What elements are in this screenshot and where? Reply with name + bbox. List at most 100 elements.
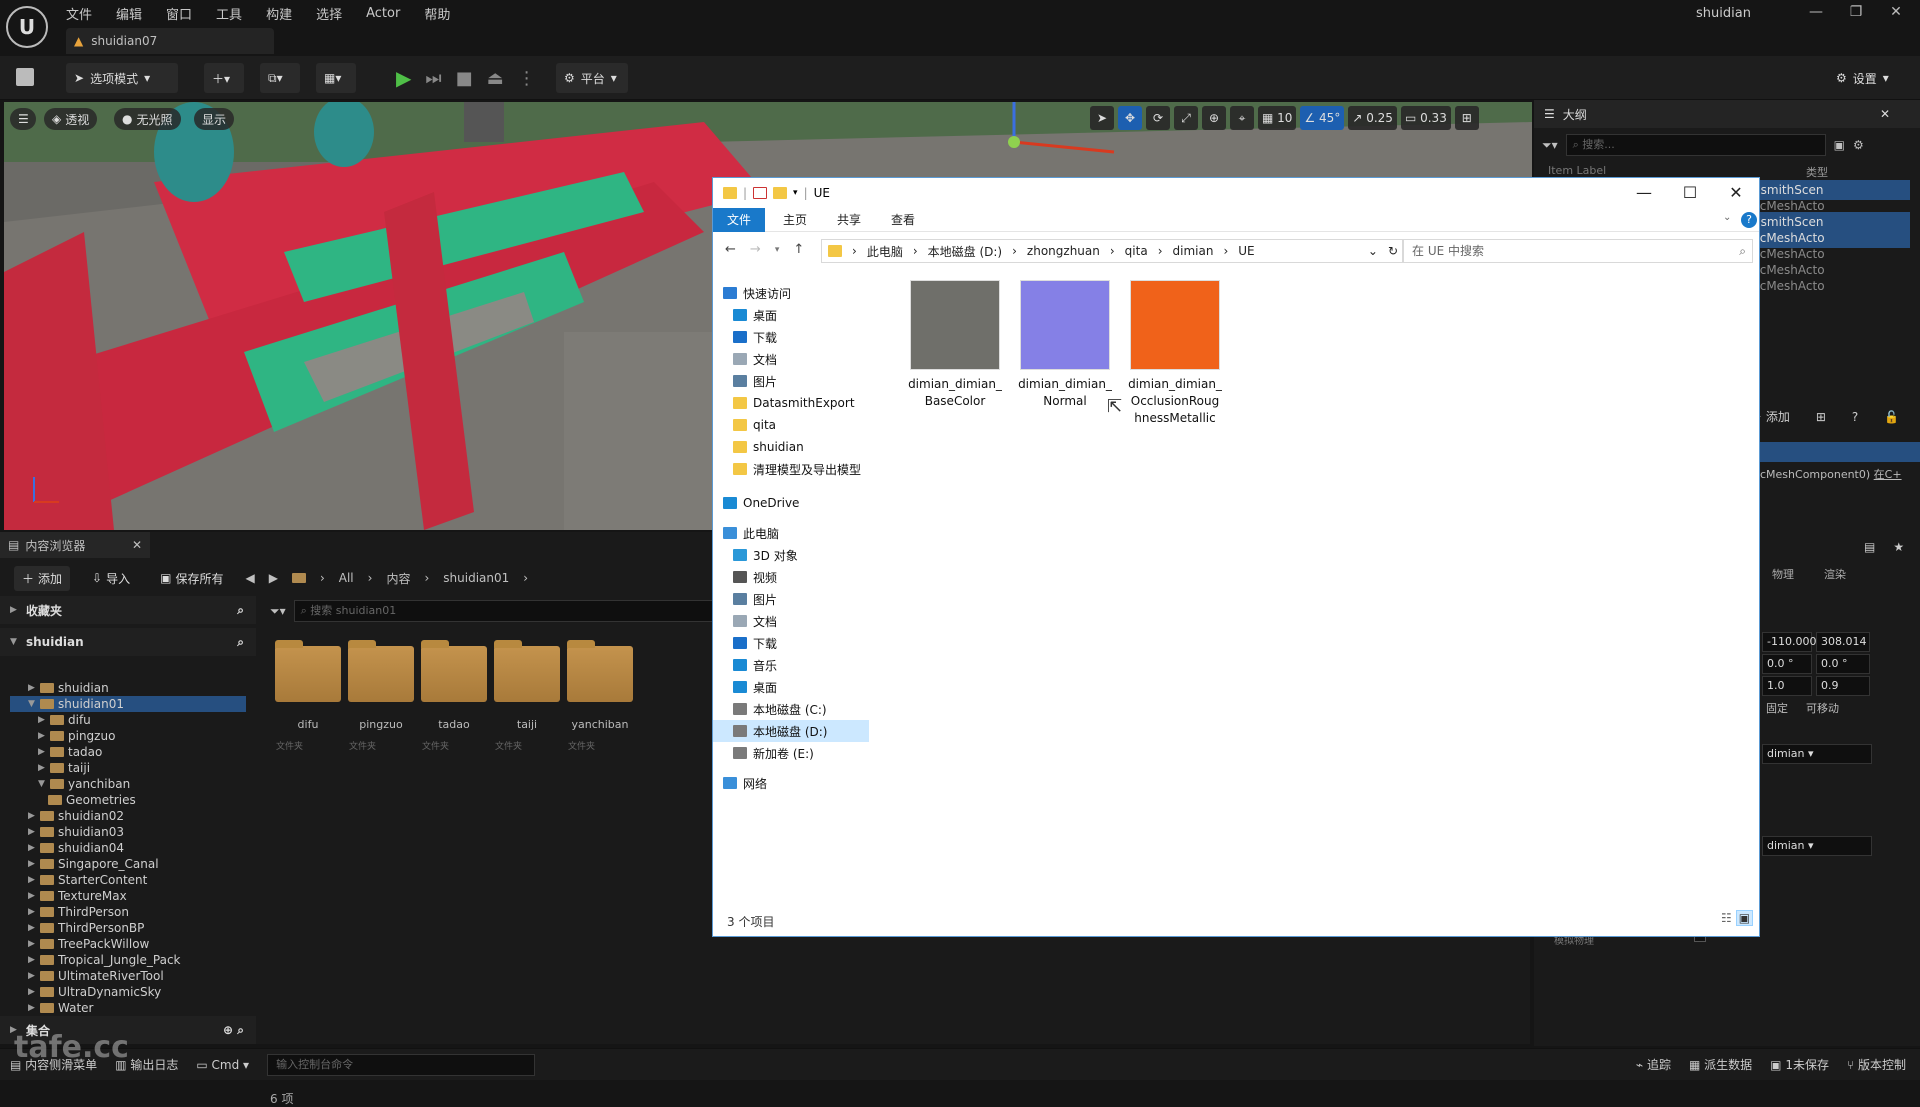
show-button[interactable]: 显示 xyxy=(194,108,235,130)
derived-data-button[interactable]: ▦ 派生数据 xyxy=(1689,1056,1752,1073)
expand-icon[interactable]: ▶ xyxy=(38,715,46,725)
help-icon[interactable]: ? xyxy=(1741,212,1757,228)
tree-item[interactable]: ▶ tadao xyxy=(10,744,246,760)
nav-item-pc[interactable]: 本地磁盘 (C:) xyxy=(733,698,867,720)
menu-edit[interactable]: 编辑 xyxy=(116,4,142,23)
content-browser-tab[interactable]: ▤ 内容浏览器 ✕ xyxy=(0,532,150,558)
tree-item[interactable]: ▶ pingzuo xyxy=(10,728,246,744)
close-icon[interactable]: ✕ xyxy=(1713,178,1759,208)
ribbon-tab-share[interactable]: 共享 xyxy=(823,208,875,232)
nav-quick-access[interactable]: 快速访问 xyxy=(723,282,857,304)
grid-snap-button[interactable]: ▦ 10 xyxy=(1258,106,1297,130)
tree-item[interactable]: ▶ UltraDynamicSky xyxy=(10,984,246,1000)
nav-item-pc[interactable]: 视频 xyxy=(733,566,867,588)
import-button[interactable]: ⇩ 导入 xyxy=(84,566,138,591)
history-back-icon[interactable]: ◀ xyxy=(245,571,254,585)
menu-tools[interactable]: 工具 xyxy=(216,4,242,23)
menu-file[interactable]: 文件 xyxy=(66,4,92,23)
column-type[interactable]: 类型 xyxy=(1806,164,1828,180)
expand-icon[interactable]: ▶ xyxy=(38,731,46,741)
list-view-icon[interactable]: ▤ xyxy=(1864,540,1875,554)
expand-icon[interactable]: ▶ xyxy=(28,939,36,949)
breadcrumb-this-pc[interactable]: 此电脑 xyxy=(867,243,903,260)
eject-icon[interactable]: ⏏ xyxy=(487,68,504,89)
blueprint-icon[interactable]: ⊞ xyxy=(1816,410,1826,424)
platform-button[interactable]: ⚙ 平台 ▾ xyxy=(556,63,628,93)
forward-arrow-icon[interactable]: → xyxy=(750,242,761,257)
scale-icon[interactable]: ⤢ xyxy=(1174,106,1198,130)
nav-item-quick[interactable]: 图片 xyxy=(733,370,867,392)
mode-select-button[interactable]: ➤ 选项模式 ▾ xyxy=(66,63,178,93)
expand-icon[interactable]: ▶ xyxy=(28,891,36,901)
unreal-logo-icon[interactable]: U xyxy=(6,6,48,48)
add-button[interactable]: ＋添加 xyxy=(14,565,71,591)
tree-item[interactable]: ▶ shuidian03 xyxy=(10,824,246,840)
column-item-label[interactable]: Item Label xyxy=(1548,164,1606,177)
gear-icon[interactable]: ⚙ xyxy=(1853,138,1864,152)
expand-icon[interactable]: ▶ xyxy=(28,859,36,869)
close-tab-icon[interactable]: ✕ xyxy=(132,538,142,552)
tab-render[interactable]: 渲染 xyxy=(1824,566,1846,582)
menu-select[interactable]: 选择 xyxy=(316,4,342,23)
explorer-search-input[interactable]: 在 UE 中搜索 ⌕ xyxy=(1403,239,1753,263)
step-icon[interactable]: ⏭ xyxy=(425,68,441,89)
ribbon-expand-icon[interactable]: ⌄ xyxy=(1723,212,1731,223)
cinematics-button[interactable]: ▦▾ xyxy=(316,63,356,93)
mobility-static-button[interactable]: 固定 xyxy=(1766,700,1788,716)
root-header[interactable]: ▼ shuidian ⌕ xyxy=(0,628,256,656)
nav-item-quick[interactable]: DatasmithExport xyxy=(733,392,867,414)
camera-speed-button[interactable]: ▭ 0.33 xyxy=(1400,106,1451,130)
menu-build[interactable]: 构建 xyxy=(266,4,292,23)
expand-icon[interactable]: ▶ xyxy=(38,747,46,757)
nav-item-quick[interactable]: 桌面 xyxy=(733,304,867,326)
nav-this-pc[interactable]: 此电脑 xyxy=(723,522,857,544)
nav-item-pc[interactable]: 下载 xyxy=(733,632,867,654)
nav-item-quick[interactable]: shuidian xyxy=(733,436,867,458)
minimize-icon[interactable]: — xyxy=(1621,178,1667,208)
viewport-menu-icon[interactable]: ☰ xyxy=(10,108,36,130)
expand-icon[interactable]: ▶ xyxy=(28,907,36,917)
filter-icon[interactable]: ⏷▾ xyxy=(270,604,286,619)
component-cpp-link[interactable]: 在C+ xyxy=(1874,468,1902,481)
back-arrow-icon[interactable]: ← xyxy=(725,242,736,257)
nav-item-pc[interactable]: 图片 xyxy=(733,588,867,610)
large-icons-view-icon[interactable]: ▣ xyxy=(1735,910,1754,926)
nav-item-pc[interactable]: 本地磁盘 (D:) xyxy=(713,720,869,742)
scale-snap-button[interactable]: ↗ 0.25 xyxy=(1348,106,1397,130)
breadcrumb-drive-d[interactable]: 本地磁盘 (D:) xyxy=(928,243,1002,260)
folder-asset[interactable]: yanchiban 文件夹 xyxy=(564,640,636,752)
ribbon-tab-view[interactable]: 查看 xyxy=(877,208,929,232)
lock-icon[interactable]: 🔓 xyxy=(1884,410,1899,424)
tab-physics[interactable]: 物理 xyxy=(1772,566,1794,582)
expand-icon[interactable]: ▶ xyxy=(28,1003,36,1013)
select-icon[interactable]: ➤ xyxy=(1090,106,1114,130)
menu-actor[interactable]: Actor xyxy=(366,6,400,21)
image-file[interactable]: dimian_dimian_ Normal xyxy=(1015,280,1115,410)
tree-item[interactable]: ▶ shuidian02 xyxy=(10,808,246,824)
source-control-button[interactable]: ⑂ 版本控制 xyxy=(1847,1056,1906,1073)
tree-item[interactable]: ▶ ThirdPersonBP xyxy=(10,920,246,936)
rotate-icon[interactable]: ⟳ xyxy=(1146,106,1170,130)
image-file[interactable]: dimian_dimian_ OcclusionRoug hnessMetallic xyxy=(1125,280,1225,427)
material-dropdown[interactable]: dimian ▾ xyxy=(1762,836,1872,856)
scale-y-field[interactable]: 0.9 xyxy=(1816,676,1870,696)
tree-item[interactable]: ▼ yanchiban xyxy=(10,776,246,792)
unsaved-button[interactable]: ▣ 1未保存 xyxy=(1770,1056,1829,1073)
rotation-y-field[interactable]: 0.0 ° xyxy=(1816,654,1870,674)
expand-icon[interactable]: ▶ xyxy=(28,955,36,965)
minimize-icon[interactable]: — xyxy=(1796,4,1836,28)
save-all-button[interactable]: ▣ 保存所有 xyxy=(152,566,231,591)
folder-asset[interactable]: pingzuo 文件夹 xyxy=(345,640,417,752)
view-mode-button[interactable]: ● 无光照 xyxy=(114,108,181,130)
tree-item[interactable]: ▶ shuidian04 xyxy=(10,840,246,856)
static-mesh-dropdown[interactable]: dimian ▾ xyxy=(1762,744,1872,764)
breadcrumb-shuidian01[interactable]: shuidian01 xyxy=(443,571,509,585)
trace-button[interactable]: ⌁ 追踪 xyxy=(1636,1056,1671,1073)
save-icon[interactable] xyxy=(16,68,34,86)
search-icon[interactable]: ⌕ xyxy=(237,635,244,650)
nav-item-quick[interactable]: 文档 xyxy=(733,348,867,370)
more-icon[interactable]: ⋮ xyxy=(518,68,536,89)
nav-onedrive[interactable]: OneDrive xyxy=(723,492,857,514)
add-collection-icon[interactable]: ⊕ ⌕ xyxy=(223,1023,244,1038)
tree-item[interactable]: ▶ ThirdPerson xyxy=(10,904,246,920)
